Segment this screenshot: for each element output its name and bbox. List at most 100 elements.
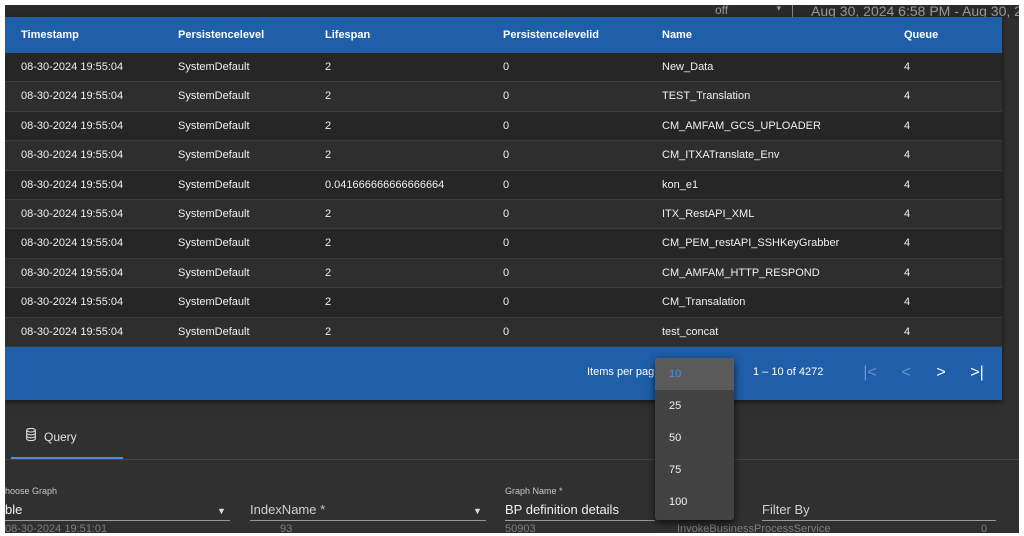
results-table-panel: Timestamp Persistencelevel Lifespan Pers… xyxy=(5,17,1002,400)
cell-name: CM_AMFAM_GCS_UPLOADER xyxy=(662,119,821,132)
table-row[interactable]: 08-30-2024 19:55:04 SystemDefault 2 0 CM_AMF… xyxy=(5,258,1002,289)
option-10[interactable]: 10 xyxy=(655,358,734,390)
column-header-lifespan[interactable]: Lifespan xyxy=(325,17,370,53)
cell-queue: 4 xyxy=(904,207,911,220)
divider xyxy=(792,5,793,17)
column-header-persistencelevel[interactable]: Persistencelevel xyxy=(178,17,264,53)
underlay-zero: 0 xyxy=(981,523,988,533)
cell-queue: 4 xyxy=(904,119,911,132)
cell-name: New_Data xyxy=(662,61,714,73)
cell-name: TEST_Translation xyxy=(662,90,751,103)
option-50[interactable]: 50 xyxy=(655,422,734,454)
chevron-down-icon: ▾ xyxy=(776,5,781,13)
cell-persistencelevel: SystemDefault xyxy=(178,325,250,338)
cell-name: CM_ITXATranslate_Env xyxy=(662,149,780,162)
database-icon xyxy=(26,428,36,441)
underlay-timestamp: 08-30-2024 19:51:01 xyxy=(5,523,108,533)
column-header-name[interactable]: Name xyxy=(662,17,692,53)
cell-lifespan: 2 xyxy=(325,296,332,309)
table-row[interactable]: 08-30-2024 19:55:04 SystemDefault 2 0 CM_AMF… xyxy=(5,111,1002,142)
cell-name: test_concat xyxy=(662,325,719,338)
column-header-timestamp[interactable]: Timestamp xyxy=(21,17,79,53)
cell-timestamp: 08-30-2024 19:55:04 xyxy=(21,325,124,338)
chevron-down-icon[interactable]: ▼ xyxy=(217,506,226,516)
option-75[interactable]: 75 xyxy=(655,454,734,486)
table-row[interactable]: 08-30-2024 19:55:04 SystemDefault 2 0 ITX_Re… xyxy=(5,199,1002,230)
tab-query[interactable]: Query xyxy=(11,415,123,459)
underlay-service: InvokeBusinessProcessService xyxy=(677,523,831,533)
page-range-label: 1 – 10 of 4272 xyxy=(753,366,824,378)
cell-persistencelevelid: 0 xyxy=(503,325,510,338)
cell-persistencelevel: SystemDefault xyxy=(178,119,250,132)
cell-name: CM_Transalation xyxy=(662,296,746,309)
table-body: 08-30-2024 19:55:04 SystemDefault 2 0 New_Da… xyxy=(5,53,1002,347)
graph-name-label: Graph Name * xyxy=(505,486,563,496)
column-header-queue[interactable]: Queue xyxy=(904,17,938,53)
filter-by-label: Filter By xyxy=(762,502,810,517)
cell-name: kon_e1 xyxy=(662,178,699,191)
cell-timestamp: 08-30-2024 19:55:04 xyxy=(21,119,124,132)
cell-lifespan: 2 xyxy=(325,119,332,132)
cell-queue: 4 xyxy=(904,237,911,250)
cell-lifespan: 2 xyxy=(325,266,332,279)
cell-persistencelevel: SystemDefault xyxy=(178,61,250,73)
graph-name-value: BP definition details xyxy=(505,502,619,517)
cell-persistencelevel: SystemDefault xyxy=(178,149,250,162)
underlay-number: 50903 xyxy=(505,523,536,533)
table-row[interactable]: 08-30-2024 19:55:04 SystemDefault 0.041666… xyxy=(5,170,1002,200)
cell-persistencelevel: SystemDefault xyxy=(178,237,250,250)
option-25[interactable]: 25 xyxy=(655,390,734,422)
table-row[interactable]: 08-30-2024 19:55:04 SystemDefault 2 0 New_Da… xyxy=(5,53,1002,83)
cell-timestamp: 08-30-2024 19:55:04 xyxy=(21,178,124,191)
cell-persistencelevelid: 0 xyxy=(503,119,510,132)
option-100[interactable]: 100 xyxy=(655,486,734,518)
cell-name: CM_PEM_restAPI_SSHKeyGrabber xyxy=(662,237,840,250)
underlay-number: 93 xyxy=(280,523,293,533)
next-page-button[interactable]: > xyxy=(929,361,953,385)
cell-name: CM_AMFAM_HTTP_RESPOND xyxy=(662,266,820,279)
cell-timestamp: 08-30-2024 19:55:04 xyxy=(21,90,124,103)
app-window: off ▾ Aug 30, 2024 6:58 PM - Aug 30, 202… xyxy=(5,5,1019,533)
filter-by-input[interactable] xyxy=(762,520,996,521)
cell-persistencelevelid: 0 xyxy=(503,266,510,279)
chevron-down-icon[interactable]: ▼ xyxy=(473,506,482,516)
cell-lifespan: 2 xyxy=(325,325,332,338)
tab-bar: Query xyxy=(5,415,1019,460)
table-row[interactable]: 08-30-2024 19:55:04 SystemDefault 2 0 CM_Tra… xyxy=(5,288,1002,318)
cell-timestamp: 08-30-2024 19:55:04 xyxy=(21,207,124,220)
cell-persistencelevelid: 0 xyxy=(503,61,510,73)
graph-name-input[interactable] xyxy=(505,520,655,521)
cell-lifespan: 0.041666666666666664 xyxy=(325,178,445,191)
table-row[interactable]: 08-30-2024 19:55:04 SystemDefault 2 0 CM_ITX… xyxy=(5,141,1002,171)
cell-lifespan: 2 xyxy=(325,149,332,162)
cell-queue: 4 xyxy=(904,61,911,73)
column-header-persistencelevelid[interactable]: Persistencelevelid xyxy=(503,17,599,53)
index-name-label: IndexName * xyxy=(250,502,326,517)
index-name-select[interactable] xyxy=(250,520,486,521)
cell-queue: 4 xyxy=(904,325,911,338)
table-row[interactable]: 08-30-2024 19:55:04 SystemDefault 2 0 test_c… xyxy=(5,317,1002,347)
paginator: Items per pag 1 – 10 of 4272 |< < > >| xyxy=(5,347,1002,400)
cell-lifespan: 2 xyxy=(325,61,332,73)
cell-queue: 4 xyxy=(904,296,911,309)
cell-persistencelevelid: 0 xyxy=(503,237,510,250)
cell-timestamp: 08-30-2024 19:55:04 xyxy=(21,237,124,250)
cell-persistencelevelid: 0 xyxy=(503,207,510,220)
cell-persistencelevelid: 0 xyxy=(503,178,510,191)
cell-persistencelevel: SystemDefault xyxy=(178,266,250,279)
choose-graph-select[interactable] xyxy=(5,520,230,521)
cell-queue: 4 xyxy=(904,266,911,279)
cell-persistencelevel: SystemDefault xyxy=(178,296,250,309)
first-page-button[interactable]: |< xyxy=(858,361,882,385)
cell-queue: 4 xyxy=(904,149,911,162)
items-per-page-dropdown: 10 25 50 75 100 xyxy=(655,358,734,520)
previous-page-button[interactable]: < xyxy=(894,361,918,385)
table-row[interactable]: 08-30-2024 19:55:04 SystemDefault 2 0 CM_PEM… xyxy=(5,229,1002,259)
cell-queue: 4 xyxy=(904,90,911,103)
table-row[interactable]: 08-30-2024 19:55:04 SystemDefault 2 0 TEST_T… xyxy=(5,82,1002,112)
cell-lifespan: 2 xyxy=(325,207,332,220)
items-per-page-label: Items per pag xyxy=(587,366,655,378)
choose-graph-label: hoose Graph xyxy=(5,486,58,496)
last-page-button[interactable]: >| xyxy=(965,361,989,385)
cell-timestamp: 08-30-2024 19:55:04 xyxy=(21,296,124,309)
